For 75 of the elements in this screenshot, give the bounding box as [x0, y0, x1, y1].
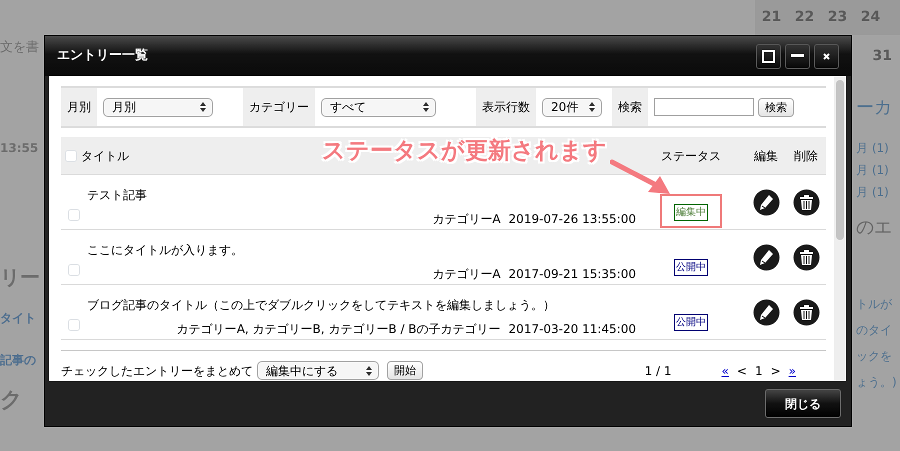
select-arrows-icon: [589, 102, 595, 112]
maximize-button[interactable]: [756, 44, 781, 68]
close-dialog-button[interactable]: 閉じる: [765, 389, 841, 418]
maximize-icon: [762, 50, 775, 62]
column-header: 編集: [753, 148, 779, 164]
background-text: ックを: [856, 348, 892, 365]
start-button[interactable]: 開始: [387, 361, 423, 380]
calendar-day: 21: [755, 7, 788, 28]
pencil-icon[interactable]: [752, 244, 780, 270]
minimize-button[interactable]: [785, 44, 810, 68]
trash-icon[interactable]: [792, 298, 820, 326]
background-text: トルが: [856, 296, 892, 313]
scrollbar-thumb[interactable]: [836, 80, 844, 240]
close-icon: [823, 52, 830, 60]
row-checkbox[interactable]: [68, 209, 80, 221]
pagination-item[interactable]: >: [770, 362, 781, 380]
background-text: のタイ: [856, 322, 892, 339]
calendar-day: 23: [821, 7, 854, 28]
background-text: 月 (1): [856, 184, 889, 201]
window-title: エントリー一覧: [57, 47, 148, 66]
entry-category: カテゴリーA: [432, 211, 501, 228]
search-button[interactable]: 検索: [758, 98, 794, 116]
entry-date: 2017-03-20 11:45:00: [508, 321, 636, 338]
select-arrows-icon: [366, 366, 372, 376]
entry-title[interactable]: テスト記事: [87, 186, 636, 204]
annotation-text: ステータスが更新されます: [322, 138, 607, 166]
status-badge: 公開中: [674, 259, 708, 276]
background-text: ーカ: [856, 97, 892, 119]
search-field[interactable]: [654, 98, 754, 116]
page-count: 1 / 1: [644, 362, 672, 380]
select-field[interactable]: 月別: [103, 98, 213, 116]
pagination-item[interactable]: 1: [754, 362, 763, 380]
pagination-link[interactable]: »: [788, 362, 796, 380]
select-field[interactable]: すべて: [321, 98, 436, 116]
column-header: タイトル: [81, 148, 129, 164]
entry-date: 2017-09-21 15:35:00: [508, 266, 636, 283]
select-arrows-icon: [423, 102, 429, 112]
background-text: 記事の: [0, 352, 36, 369]
entry-title[interactable]: ここにタイトルが入ります。: [87, 241, 636, 259]
filter-label: カテゴリー: [243, 88, 315, 126]
status-badge: 公開中: [674, 314, 708, 331]
column-header: 削除: [793, 148, 819, 164]
close-button[interactable]: [814, 44, 839, 68]
status-badge: 編集中: [674, 204, 708, 221]
background-text: 月 (1): [856, 162, 889, 179]
entry-date: 2019-07-26 13:55:00: [508, 211, 636, 228]
background-text: ょう。): [856, 374, 897, 391]
filter-label: 月別: [61, 88, 97, 126]
calendar-day: 24: [854, 7, 887, 28]
select-arrows-icon: [200, 102, 206, 112]
pagination-link[interactable]: «: [722, 362, 729, 380]
background-text: のエ: [856, 217, 892, 239]
select-all-checkbox[interactable]: [65, 150, 77, 162]
scrollbar[interactable]: [834, 76, 846, 381]
trash-icon[interactable]: [792, 188, 820, 216]
entry-category: カテゴリーA, カテゴリーB, カテゴリーB / Bの子カテゴリー: [176, 321, 501, 338]
calendar-day: 31: [872, 46, 892, 66]
select-field[interactable]: 20件: [542, 98, 602, 116]
filter-label: 表示行数: [476, 88, 536, 126]
row-checkbox[interactable]: [68, 319, 80, 331]
bulk-action-label: チェックしたエントリーをまとめて: [61, 362, 253, 380]
pagination-item[interactable]: <: [736, 362, 747, 380]
trash-icon[interactable]: [792, 244, 820, 270]
minimize-icon: [791, 54, 804, 58]
calendar-day: 22: [788, 7, 821, 28]
background-text: 月 (1): [856, 140, 889, 157]
background-text: タイト: [0, 310, 36, 327]
row-checkbox[interactable]: [68, 264, 80, 276]
entry-title[interactable]: ブログ記事のタイトル（この上でダブルクリックをしてテキストを編集しましょう。）: [87, 296, 636, 314]
pencil-icon[interactable]: [752, 298, 780, 326]
entry-category: カテゴリーA: [432, 266, 501, 283]
column-header: ステータス: [660, 148, 722, 164]
pencil-icon[interactable]: [752, 188, 780, 216]
filter-label: 検索: [612, 88, 648, 126]
select-field[interactable]: 編集中にする: [257, 361, 379, 380]
